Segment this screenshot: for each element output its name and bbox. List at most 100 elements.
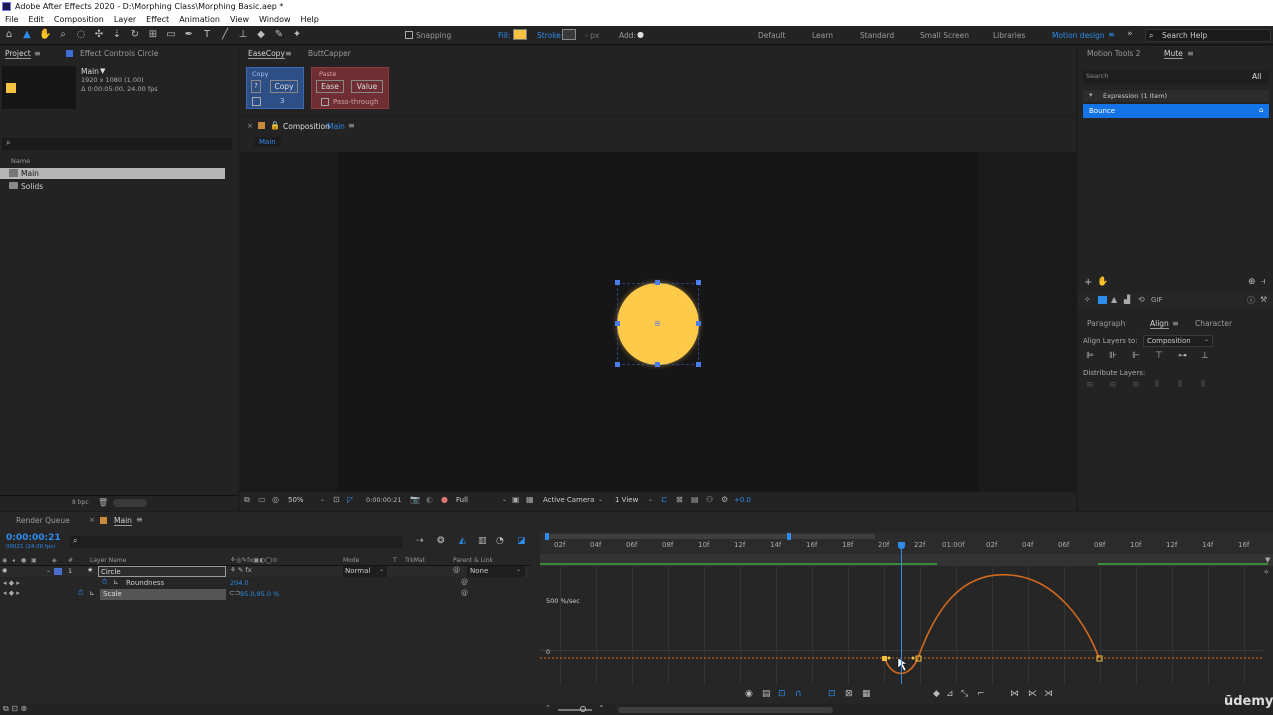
speed-curve[interactable] [884,574,1100,675]
transform-handle[interactable] [696,280,701,285]
expression-group-row[interactable]: ▾ Expression (1 Item) [1083,90,1269,102]
wrench-icon[interactable]: ⚒ [1260,295,1267,304]
fit-selection-icon[interactable]: ⊡ [828,689,836,699]
hand-icon[interactable]: ✋ [1097,277,1108,287]
color-channel-icon[interactable]: ● [441,495,448,504]
zoom-out-icon[interactable]: ⌃ [545,704,551,712]
camera-select[interactable]: Active Camera [543,496,594,504]
camera-snapshot-icon[interactable]: 📷 [410,495,420,504]
menu-item-file[interactable]: File [5,15,18,24]
sync-icon[interactable]: ⟲ [1138,295,1145,304]
layer-switches[interactable]: ⚘ ✎ fx [230,566,252,574]
orbit-tool-icon[interactable]: ◌ [75,29,87,41]
project-item-main[interactable]: Main [0,168,225,179]
zoom-slider[interactable] [558,709,592,711]
pen-tool-icon[interactable]: ✒ [183,29,195,41]
region-icon[interactable]: ◸ [347,495,353,504]
pin-icon[interactable]: ⫞ [1261,277,1266,287]
graph-expand-icon[interactable]: ▼ [1265,556,1270,564]
linear-icon[interactable]: ⤡ [961,689,968,699]
align-hcenter-icon[interactable]: ⊪ [1109,351,1117,361]
chevron-down-icon[interactable]: ⌄ [598,496,603,503]
column-parent[interactable]: Parent & Link [453,557,493,564]
align-target-select[interactable]: Composition ⌄ [1143,335,1213,347]
eye-icon[interactable]: ◉ [2,557,7,564]
menu-item-help[interactable]: Help [301,15,319,24]
help-button[interactable]: ? [251,80,261,93]
gif-label[interactable]: GIF [1151,296,1163,304]
pass-through-checkbox[interactable] [321,98,329,106]
workspace-libraries[interactable]: Libraries [993,31,1025,40]
copy-button[interactable]: Copy [270,80,298,93]
tab-easecopy[interactable]: EaseCopy [248,49,285,59]
toggle-pixel-icon[interactable]: ⊏ [661,495,668,504]
timeline-timecode[interactable]: 0:00:00:21 [6,533,61,543]
filter-all[interactable]: All [1252,72,1261,81]
roto-tool-icon[interactable]: ✎ [273,29,285,41]
property-row-scale[interactable]: ◂ ◆ ▸ ⏱ ⊾ Scale ⊂⊃ 95.0,95.0 % @ [0,589,528,600]
workspace-standard[interactable]: Standard [860,31,894,40]
timeline-search-input[interactable]: ⌕ [70,536,402,548]
workspace-small-screen[interactable]: Small Screen [920,31,969,40]
composition-sub-tab[interactable]: Main [254,137,281,147]
value-button[interactable]: Value [351,80,383,93]
chevron-down-icon[interactable]: ▼ [100,67,105,75]
align-top-icon[interactable]: ⊤ [1155,351,1163,361]
transform-handle[interactable] [655,362,660,367]
zoom-slider-thumb[interactable] [580,706,586,712]
menu-item-animation[interactable]: Animation [179,15,220,24]
distribute-right-icon[interactable]: ⦀ [1201,380,1205,390]
fit-all-icon[interactable]: ⊠ [845,689,853,699]
label-icon[interactable]: ◈ [52,557,57,564]
transform-box-icon[interactable]: ⊡ [778,689,786,699]
close-icon[interactable]: × [89,516,95,524]
work-area-bar[interactable] [545,534,875,539]
transform-handle[interactable] [655,280,660,285]
fit-icon[interactable]: ⊡ [333,495,340,504]
add-icon[interactable]: + [1084,277,1092,288]
info-icon[interactable]: ⓘ [1247,295,1255,306]
comp-mini-flowchart-icon[interactable]: ⇢ [416,536,424,546]
hand-tool-icon[interactable]: ✋ [39,29,51,41]
thumbnail-slider[interactable] [113,499,147,507]
work-area-start-handle[interactable] [545,533,549,540]
transform-handle[interactable] [615,280,620,285]
visibility-icon[interactable]: ◉ [2,567,7,574]
wand-icon[interactable]: ✧ [1084,295,1091,304]
chevron-down-icon[interactable]: ⌄ [46,567,51,574]
stroke-label[interactable]: Stroke: [537,31,563,40]
speed-graph-svg[interactable] [540,566,1273,684]
anchor-tool-icon[interactable]: ⊞ [147,29,159,41]
hold-icon[interactable]: ⊿ [946,689,954,699]
bounce-item[interactable]: Bounce ⌂ [1083,104,1269,118]
graph-type-icon[interactable]: ▤ [762,689,771,699]
edit-icon[interactable]: ⌂ [1259,106,1263,114]
workspace-motion-design[interactable]: Motion design [1052,31,1105,40]
tab-align[interactable]: Align [1150,319,1169,329]
tab-project[interactable]: Project [5,49,31,59]
shy-icon[interactable]: ◭ [459,536,466,546]
transparency-grid-icon[interactable]: ▦ [526,495,534,504]
tab-buttcapper[interactable]: ButtCapper [308,49,351,58]
zoom-tool-icon[interactable]: ⌕ [57,29,69,41]
separate-dimensions-icon[interactable]: ▦ [862,689,871,699]
menu-item-edit[interactable]: Edit [28,15,44,24]
lock-icon[interactable]: ▣ [31,557,37,564]
search-help-input[interactable]: ⌕ Search Help [1145,29,1271,42]
align-right-icon[interactable]: ⊩ [1132,351,1140,361]
snap-icon[interactable]: ∩ [795,689,802,699]
playhead-handle[interactable] [898,542,905,549]
composition-menu-icon[interactable]: ≡ [348,121,355,130]
graph-icon[interactable]: ⊾ [89,589,95,597]
project-item-solids[interactable]: Solids [0,181,225,192]
align-left-icon[interactable]: ⊫ [1086,351,1094,361]
align-vcenter-icon[interactable]: ⊶ [1178,351,1187,361]
keyframe[interactable] [882,656,887,661]
resolution-select[interactable]: Full [456,496,468,504]
easy-ease-out-icon[interactable]: ⋊ [1044,689,1053,699]
type-tool-icon[interactable]: T [201,29,213,41]
pickwhip-icon[interactable]: @ [453,566,460,574]
bezier-handle[interactable] [887,656,891,660]
pan-tool-icon[interactable]: ✣ [93,29,105,41]
show-properties-icon[interactable]: ◉ [745,689,753,699]
